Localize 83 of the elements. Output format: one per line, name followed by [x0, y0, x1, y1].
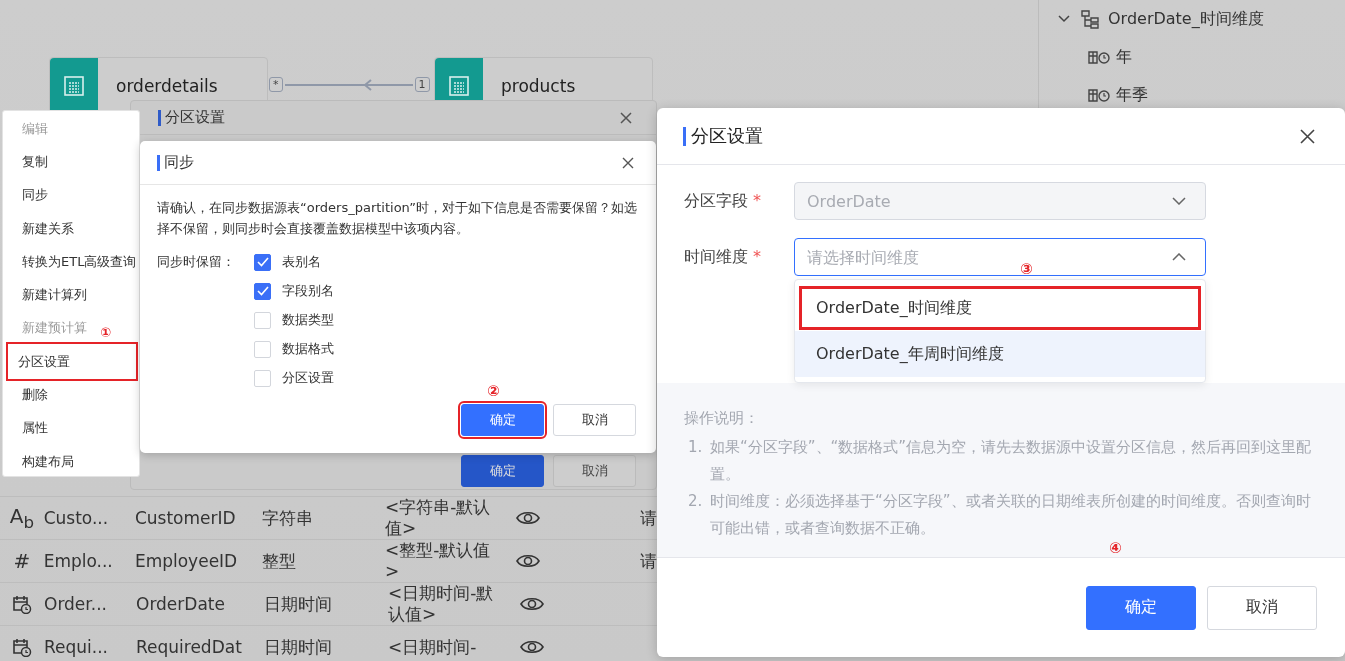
eye-icon[interactable]: [516, 553, 540, 569]
required-mark: *: [753, 246, 761, 268]
notes-title: 操作说明：: [684, 408, 760, 429]
confirm-button[interactable]: 确定: [461, 404, 544, 436]
close-icon[interactable]: [620, 111, 632, 124]
dropdown-option[interactable]: OrderDate_年周时间维度: [795, 331, 1205, 377]
field-label: 时间维度: [684, 246, 748, 268]
list-number: 1.: [688, 437, 704, 458]
chevron-icon[interactable]: [1058, 15, 1070, 23]
menu-item[interactable]: 复制: [8, 145, 48, 179]
field-label: 分区字段: [684, 190, 748, 212]
table-cell-text: 整型: [261, 549, 297, 573]
step-number: ②: [487, 382, 500, 400]
cancel-button[interactable]: 取消: [1207, 585, 1317, 630]
checkbox-label[interactable]: 字段别名: [282, 282, 334, 300]
table-cell-text: Emplo...: [43, 551, 114, 571]
checkbox[interactable]: [254, 253, 271, 271]
eye-icon[interactable]: [516, 510, 540, 526]
dialog-title: 分区设置: [691, 124, 763, 148]
close-icon[interactable]: [622, 156, 634, 169]
menu-item[interactable]: 同步: [8, 178, 48, 212]
menu-item[interactable]: 删除: [8, 378, 48, 412]
eye-icon[interactable]: [520, 596, 544, 612]
field-label: 同步时保留：: [157, 253, 236, 271]
table-cell-text: 日期时间: [264, 635, 333, 659]
table-cell: 请: [640, 506, 657, 530]
cancel-button[interactable]: 取消: [553, 404, 636, 436]
table-cell-text: Custo...: [43, 508, 110, 528]
tree-item[interactable]: 年: [1116, 46, 1132, 68]
dialog-title: 同步: [164, 153, 194, 172]
type-icon: A$_{b}$: [9, 504, 34, 532]
calendar-clock-icon: [1088, 49, 1110, 65]
table-cell-text: EmployeeID: [134, 551, 239, 571]
tree-item[interactable]: OrderDate_时间维度: [1108, 8, 1264, 30]
node-name: orderdetails: [116, 76, 218, 96]
menu-item[interactable]: 转换为ETL高级查询: [8, 245, 137, 279]
dropdown-option[interactable]: OrderDate_时间维度: [798, 285, 1202, 331]
chevron-icon[interactable]: [1172, 253, 1186, 261]
table-cell-text: RequiredDat: [136, 637, 243, 657]
list-number: 2.: [688, 491, 704, 512]
table-cell-text: <日期时间-: [388, 636, 478, 658]
calendar-clock-icon: [12, 637, 32, 657]
note-text: 时间维度：必须选择基于“分区字段”、或者关联的日期维表所创建的时间维度。否则查询时可能出错，或者查询数据不正确。: [710, 491, 1312, 539]
confirm-button[interactable]: 确定: [1086, 585, 1196, 630]
checkbox-label[interactable]: 表别名: [282, 253, 321, 271]
hierarchy-icon: [1080, 9, 1100, 29]
step-number: ④: [1109, 539, 1122, 557]
menu-item[interactable]: 分区设置: [9, 345, 135, 379]
table-cell-text: <日期时间-默认值>: [388, 583, 495, 625]
step-number: ③: [1020, 260, 1033, 278]
table-cell-text: CustomerID: [134, 508, 237, 528]
menu-item[interactable]: 新建关系: [8, 211, 74, 246]
table-cell-text: OrderDate: [136, 594, 226, 614]
checkbox[interactable]: [254, 282, 271, 300]
close-icon[interactable]: [1300, 128, 1315, 144]
menu-item[interactable]: 构建布局: [8, 444, 74, 479]
calendar-clock-icon: [1088, 87, 1110, 103]
menu-item[interactable]: 新建计算列: [8, 278, 87, 312]
step-number: ①: [100, 325, 111, 340]
checkbox-label[interactable]: 数据格式: [282, 340, 334, 358]
table-cell-text: <整型-默认值>: [384, 540, 492, 582]
chevron-icon[interactable]: [1172, 197, 1186, 205]
table-cell-text: 日期时间: [264, 592, 333, 616]
node-name: products: [501, 76, 576, 96]
type-icon: #: [13, 549, 31, 573]
cardinality-badge: 1: [414, 77, 430, 92]
cancel-button[interactable]: 取消: [553, 455, 636, 487]
checkbox-label[interactable]: 数据类型: [282, 311, 334, 329]
table-cell-text: Order...: [44, 594, 108, 614]
table-cell: 请: [640, 549, 657, 573]
table-cell-text: <字符串-默认值>: [384, 497, 492, 539]
checkbox-label[interactable]: 分区设置: [282, 369, 334, 387]
eye-icon[interactable]: [520, 639, 544, 655]
tree-item[interactable]: 年季: [1116, 84, 1148, 106]
cardinality-badge: *: [269, 77, 283, 92]
menu-item[interactable]: 属性: [8, 411, 48, 445]
table-cell-text: 字符串: [261, 506, 314, 530]
note-text: 如果“分区字段”、“数据格式”信息为空，请先去数据源中设置分区信息，然后再回到这里配置。: [710, 437, 1313, 485]
table-cell-text: Requi...: [44, 637, 109, 657]
calendar-clock-icon: [12, 594, 32, 614]
message-text: 请确认，在同步数据源表“orders_partition”时，对于如下信息是否需要保留？如选择不保留，则同步时会直接覆盖数据模型中该项内容。: [157, 199, 638, 238]
required-mark: *: [753, 190, 761, 212]
confirm-button[interactable]: 确定: [461, 455, 544, 487]
